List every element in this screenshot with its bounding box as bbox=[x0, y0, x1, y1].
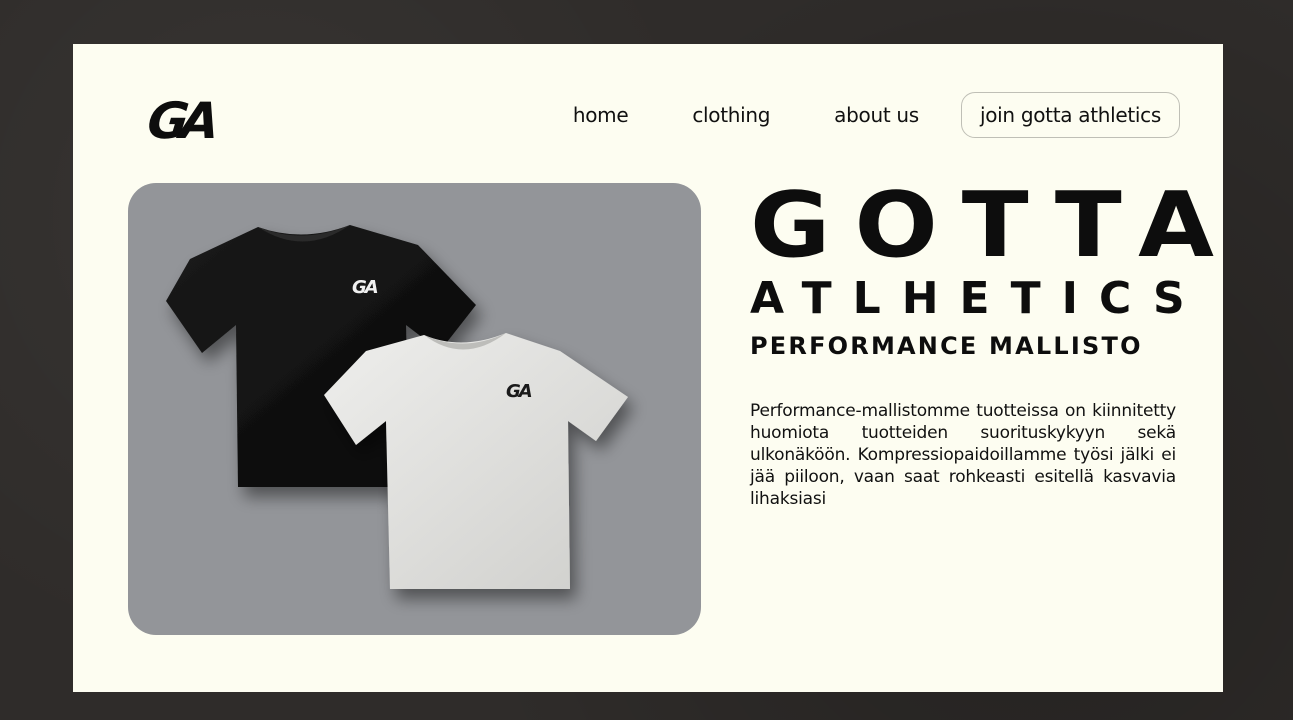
tshirts-image: GA GA bbox=[166, 225, 628, 589]
nav-about-us[interactable]: about us bbox=[834, 103, 919, 127]
nav-home[interactable]: home bbox=[573, 103, 629, 127]
product-image-card: GA GA bbox=[128, 183, 701, 635]
nav-clothing[interactable]: clothing bbox=[692, 103, 770, 127]
hero-collection-title: PERFORMANCE MALLISTO bbox=[750, 332, 1143, 360]
main-nav: home clothing about us join gotta athlet… bbox=[573, 92, 1180, 138]
ga-logo[interactable]: GA bbox=[149, 90, 223, 144]
black-shirt-logo: GA bbox=[352, 277, 378, 298]
hero-section: GOTTA ATLHETICS PERFORMANCE MALLISTO Per… bbox=[750, 173, 1238, 510]
hero-subtitle: ATLHETICS bbox=[750, 273, 1206, 324]
join-button[interactable]: join gotta athletics bbox=[960, 92, 1180, 138]
page-frame: GA home clothing about us join gotta ath… bbox=[73, 44, 1223, 692]
logo-text: GA bbox=[149, 91, 219, 144]
hero-title: GOTTA bbox=[750, 173, 1238, 278]
hero-description: Performance-mallistomme tuotteissa on ki… bbox=[750, 401, 1176, 509]
white-shirt-logo: GA bbox=[506, 381, 532, 402]
